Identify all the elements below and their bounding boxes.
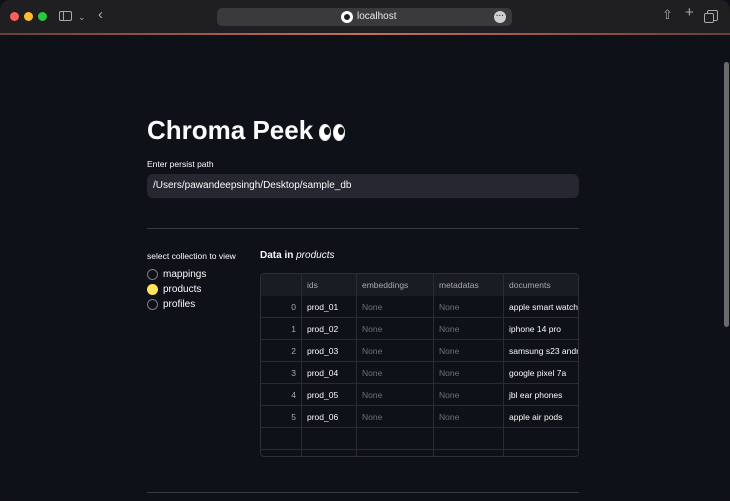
- url-text: localhost: [357, 11, 397, 22]
- browser-toolbar: ⌄ ‹ localhost ··· ⇧ +: [0, 0, 730, 34]
- zoom-window-button[interactable]: [38, 12, 47, 21]
- empty-cell[interactable]: [504, 428, 578, 450]
- chevron-down-icon[interactable]: ⌄: [78, 11, 86, 23]
- site-logo-icon: [341, 11, 353, 23]
- cell-id[interactable]: prod_03: [302, 340, 357, 362]
- radio-circle-selected[interactable]: [147, 283, 158, 295]
- toolbar-accent-line: [0, 33, 730, 35]
- back-icon[interactable]: ‹: [98, 7, 103, 22]
- table-row[interactable]: 0 prod_01 None None apple smart watch: [261, 296, 578, 318]
- radio-label-text: profiles: [163, 298, 196, 310]
- cell-metadatas[interactable]: None: [434, 296, 504, 318]
- section-divider: [147, 228, 579, 229]
- radio-circle[interactable]: [147, 268, 158, 280]
- radio-products[interactable]: products: [147, 283, 201, 295]
- cell-documents[interactable]: apple smart watch: [504, 296, 578, 318]
- column-header-index[interactable]: [261, 274, 302, 296]
- radio-label-text: products: [163, 283, 202, 295]
- cell-documents[interactable]: iphone 14 pro: [504, 318, 578, 340]
- column-header-documents[interactable]: documents: [504, 274, 578, 296]
- empty-cell: [434, 450, 504, 456]
- browser-window: ⌄ ‹ localhost ··· ⇧ + Chroma Peek Enter …: [0, 0, 730, 501]
- tabs-overview-icon[interactable]: [704, 10, 718, 23]
- data-heading: Data in products: [260, 250, 334, 261]
- table-empty-row[interactable]: [261, 428, 578, 450]
- cell-metadatas[interactable]: None: [434, 406, 504, 428]
- row-index: 5: [261, 406, 302, 428]
- table-empty-row: [261, 450, 578, 456]
- cell-embeddings[interactable]: None: [357, 384, 434, 406]
- cell-metadatas[interactable]: None: [434, 362, 504, 384]
- radio-circle[interactable]: [147, 298, 158, 310]
- table-row[interactable]: 4 prod_05 None None jbl ear phones: [261, 384, 578, 406]
- sidebar-icon[interactable]: [59, 11, 72, 21]
- row-index: 3: [261, 362, 302, 384]
- radio-mappings[interactable]: mappings: [147, 268, 206, 280]
- cell-id[interactable]: prod_02: [302, 318, 357, 340]
- empty-cell: [504, 450, 578, 456]
- cell-documents[interactable]: samsung s23 android: [504, 340, 578, 362]
- table-row[interactable]: 1 prod_02 None None iphone 14 pro: [261, 318, 578, 340]
- cell-documents[interactable]: apple air pods: [504, 406, 578, 428]
- cell-embeddings[interactable]: None: [357, 296, 434, 318]
- cell-id[interactable]: prod_01: [302, 296, 357, 318]
- persist-path-label: Enter persist path: [147, 159, 214, 169]
- empty-cell: [357, 450, 434, 456]
- cell-metadatas[interactable]: None: [434, 318, 504, 340]
- cell-id[interactable]: prod_05: [302, 384, 357, 406]
- cell-embeddings[interactable]: None: [357, 362, 434, 384]
- page-title: Chroma Peek: [147, 115, 347, 148]
- section-divider-bottom: [147, 492, 579, 493]
- data-table[interactable]: ids embeddings metadatas documents 0 pro…: [260, 273, 579, 457]
- cell-embeddings[interactable]: None: [357, 318, 434, 340]
- radio-profiles[interactable]: profiles: [147, 298, 195, 310]
- cell-embeddings[interactable]: None: [357, 340, 434, 362]
- table-header-row: ids embeddings metadatas documents: [261, 274, 578, 296]
- empty-cell: [261, 450, 302, 456]
- radio-label-text: mappings: [163, 268, 207, 280]
- cell-id[interactable]: prod_04: [302, 362, 357, 384]
- empty-cell[interactable]: [434, 428, 504, 450]
- page-scrollbar[interactable]: [724, 62, 729, 327]
- cell-embeddings[interactable]: None: [357, 406, 434, 428]
- data-heading-collection: products: [296, 250, 335, 261]
- row-index: 4: [261, 384, 302, 406]
- table-row[interactable]: 5 prod_06 None None apple air pods: [261, 406, 578, 428]
- empty-cell: [261, 428, 302, 450]
- new-tab-icon[interactable]: +: [685, 5, 694, 20]
- share-icon[interactable]: ⇧: [662, 8, 673, 21]
- data-heading-prefix: Data in: [260, 250, 294, 261]
- cell-documents[interactable]: google pixel 7a: [504, 362, 578, 384]
- row-index: 0: [261, 296, 302, 318]
- table-row[interactable]: 3 prod_04 None None google pixel 7a: [261, 362, 578, 384]
- cell-id[interactable]: prod_06: [302, 406, 357, 428]
- collection-radio-label: select collection to view: [147, 251, 236, 261]
- page-title-text: Chroma Peek: [147, 115, 314, 145]
- column-header-embeddings[interactable]: embeddings: [357, 274, 434, 296]
- empty-cell: [302, 450, 357, 456]
- row-index: 1: [261, 318, 302, 340]
- row-index: 2: [261, 340, 302, 362]
- minimize-window-button[interactable]: [24, 12, 33, 21]
- column-header-ids[interactable]: ids: [302, 274, 357, 296]
- more-icon[interactable]: ···: [494, 11, 506, 23]
- cell-documents[interactable]: jbl ear phones: [504, 384, 578, 406]
- eyes-emoji-icon: [319, 117, 347, 148]
- table-row[interactable]: 2 prod_03 None None samsung s23 android: [261, 340, 578, 362]
- column-header-metadatas[interactable]: metadatas: [434, 274, 504, 296]
- empty-cell[interactable]: [357, 428, 434, 450]
- persist-path-input[interactable]: /Users/pawandeepsingh/Desktop/sample_db: [147, 174, 579, 198]
- empty-cell[interactable]: [302, 428, 357, 450]
- close-window-button[interactable]: [10, 12, 19, 21]
- address-bar[interactable]: localhost ···: [217, 8, 512, 26]
- cell-metadatas[interactable]: None: [434, 384, 504, 406]
- cell-metadatas[interactable]: None: [434, 340, 504, 362]
